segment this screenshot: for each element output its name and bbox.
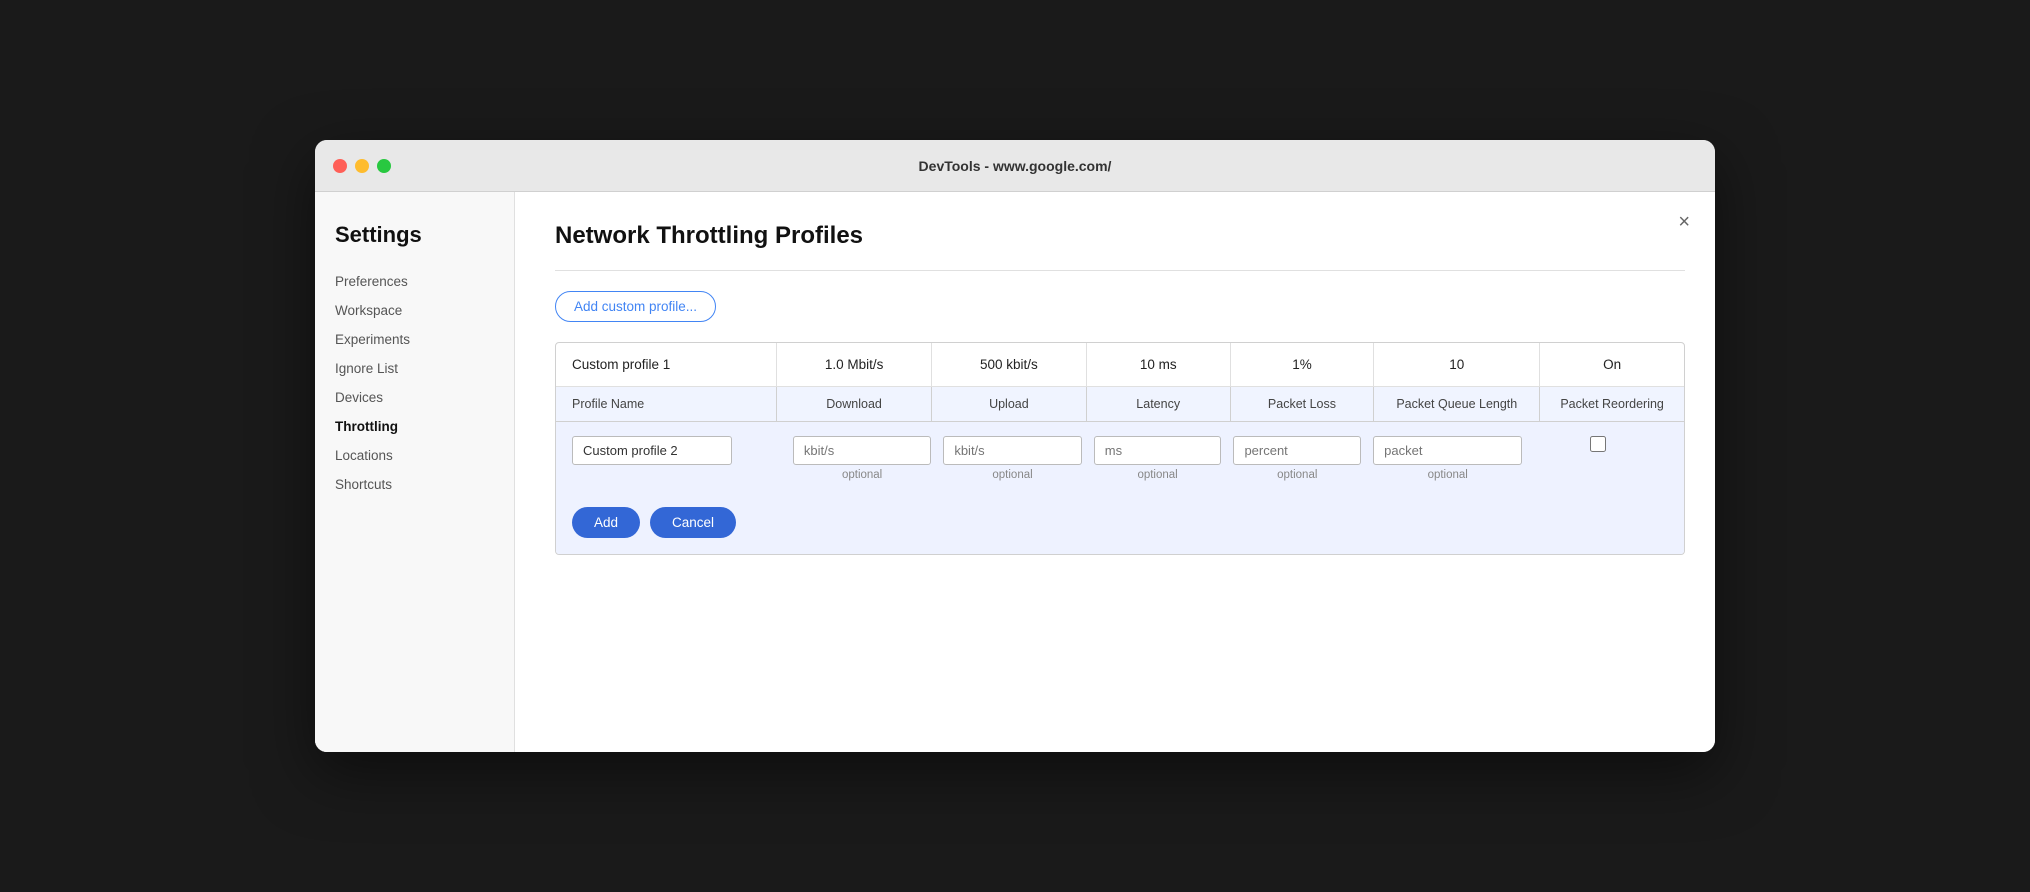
header-packet-reorder: Packet Reordering — [1540, 387, 1684, 421]
profiles-table: Custom profile 1 1.0 Mbit/s 500 kbit/s 1… — [555, 342, 1685, 555]
add-profile-form-row: optional optional optional optional — [556, 422, 1684, 495]
header-upload: Upload — [932, 387, 1087, 421]
new-profile-packet-queue-cell: optional — [1367, 436, 1528, 481]
existing-profile-row: Custom profile 1 1.0 Mbit/s 500 kbit/s 1… — [556, 343, 1684, 387]
sidebar-item-locations[interactable]: Locations — [335, 442, 514, 469]
upload-input[interactable] — [943, 436, 1081, 465]
sidebar-item-workspace[interactable]: Workspace — [335, 297, 514, 324]
sidebar-item-devices[interactable]: Devices — [335, 384, 514, 411]
packet-loss-hint: optional — [1277, 469, 1317, 481]
sidebar-title: Settings — [335, 222, 514, 248]
packet-queue-hint: optional — [1428, 469, 1468, 481]
existing-profile-name: Custom profile 1 — [556, 343, 777, 386]
divider — [555, 270, 1685, 271]
sidebar-item-experiments[interactable]: Experiments — [335, 326, 514, 353]
packet-loss-input[interactable] — [1233, 436, 1361, 465]
profile-name-input[interactable] — [572, 436, 732, 465]
new-profile-latency-cell: optional — [1088, 436, 1228, 481]
latency-hint: optional — [1137, 469, 1177, 481]
new-profile-packet-loss-cell: optional — [1227, 436, 1367, 481]
add-button[interactable]: Add — [572, 507, 640, 538]
header-packet-queue: Packet Queue Length — [1374, 387, 1540, 421]
new-profile-packet-reorder-cell — [1528, 436, 1668, 452]
existing-profile-packet-queue: 10 — [1374, 343, 1540, 386]
close-button[interactable]: × — [1678, 212, 1690, 232]
packet-reorder-checkbox[interactable] — [1590, 436, 1606, 452]
devtools-window: DevTools - www.google.com/ Settings Pref… — [315, 140, 1715, 752]
sidebar-item-preferences[interactable]: Preferences — [335, 268, 514, 295]
new-profile-upload-cell: optional — [937, 436, 1087, 481]
sidebar: Settings Preferences Workspace Experimen… — [315, 192, 515, 752]
header-profile-name: Profile Name — [556, 387, 777, 421]
cancel-button[interactable]: Cancel — [650, 507, 736, 538]
header-packet-loss: Packet Loss — [1231, 387, 1375, 421]
sidebar-item-shortcuts[interactable]: Shortcuts — [335, 471, 514, 498]
packet-queue-input[interactable] — [1373, 436, 1522, 465]
header-latency: Latency — [1087, 387, 1231, 421]
existing-profile-latency: 10 ms — [1087, 343, 1231, 386]
close-traffic-light[interactable] — [333, 159, 347, 173]
titlebar-title: DevTools - www.google.com/ — [919, 158, 1112, 174]
existing-profile-packet-loss: 1% — [1231, 343, 1375, 386]
download-hint: optional — [842, 469, 882, 481]
existing-profile-download: 1.0 Mbit/s — [777, 343, 932, 386]
header-download: Download — [777, 387, 932, 421]
existing-profile-packet-reorder: On — [1540, 343, 1684, 386]
titlebar: DevTools - www.google.com/ — [315, 140, 1715, 192]
upload-hint: optional — [992, 469, 1032, 481]
table-header-row: Profile Name Download Upload Latency Pac… — [556, 387, 1684, 422]
sidebar-item-ignore-list[interactable]: Ignore List — [335, 355, 514, 382]
minimize-traffic-light[interactable] — [355, 159, 369, 173]
window-content: Settings Preferences Workspace Experimen… — [315, 192, 1715, 752]
latency-input[interactable] — [1094, 436, 1222, 465]
new-profile-download-cell: optional — [787, 436, 937, 481]
existing-profile-upload: 500 kbit/s — [932, 343, 1087, 386]
download-input[interactable] — [793, 436, 931, 465]
maximize-traffic-light[interactable] — [377, 159, 391, 173]
new-profile-name-cell — [572, 436, 787, 465]
add-custom-profile-button[interactable]: Add custom profile... — [555, 291, 716, 322]
sidebar-item-throttling[interactable]: Throttling — [335, 413, 514, 440]
page-title: Network Throttling Profiles — [555, 222, 1685, 250]
traffic-lights — [333, 159, 391, 173]
form-buttons: Add Cancel — [556, 495, 1684, 554]
main-content: × Network Throttling Profiles Add custom… — [515, 192, 1715, 752]
